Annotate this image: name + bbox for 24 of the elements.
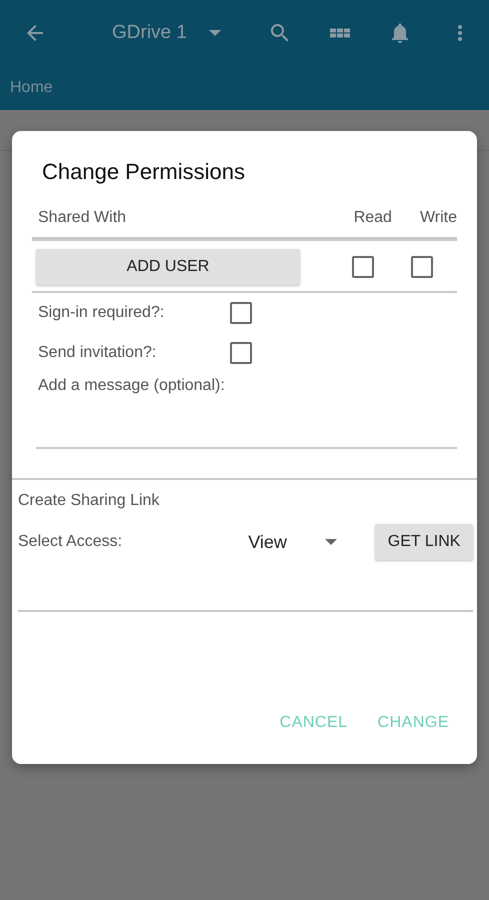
more-icon xyxy=(457,23,463,43)
column-label: Shared With xyxy=(38,209,126,227)
drive-selector[interactable]: GDrive 1 xyxy=(112,22,221,44)
grid-icon xyxy=(330,28,350,38)
option-label: Sign-in required?: xyxy=(38,304,166,322)
caret-icon xyxy=(324,539,337,545)
dialog-title: Change Permissions xyxy=(42,159,245,184)
write-checkbox[interactable] xyxy=(411,256,433,278)
column-label: Write xyxy=(420,209,457,227)
option-label: Send invitation?: xyxy=(38,344,158,362)
section-heading: Create Sharing Link xyxy=(18,492,160,510)
access-label: Select Access: xyxy=(18,533,124,551)
breadcrumb[interactable]: Home xyxy=(10,79,53,97)
option-checkbox[interactable] xyxy=(230,342,252,364)
add-user-button[interactable]: ADD USER xyxy=(36,249,300,285)
read-checkbox[interactable] xyxy=(352,256,374,278)
dialog-action-button[interactable]: CHANGE xyxy=(378,706,449,740)
caret-icon xyxy=(208,30,221,36)
access-dropdown[interactable]: View xyxy=(242,532,370,552)
column-label: Read xyxy=(354,209,392,227)
message-label: Add a message (optional): xyxy=(38,377,225,395)
get-link-button[interactable]: GET LINK xyxy=(375,524,473,560)
dialog-action-button[interactable]: CANCEL xyxy=(280,706,348,740)
option-checkbox[interactable] xyxy=(230,302,252,324)
